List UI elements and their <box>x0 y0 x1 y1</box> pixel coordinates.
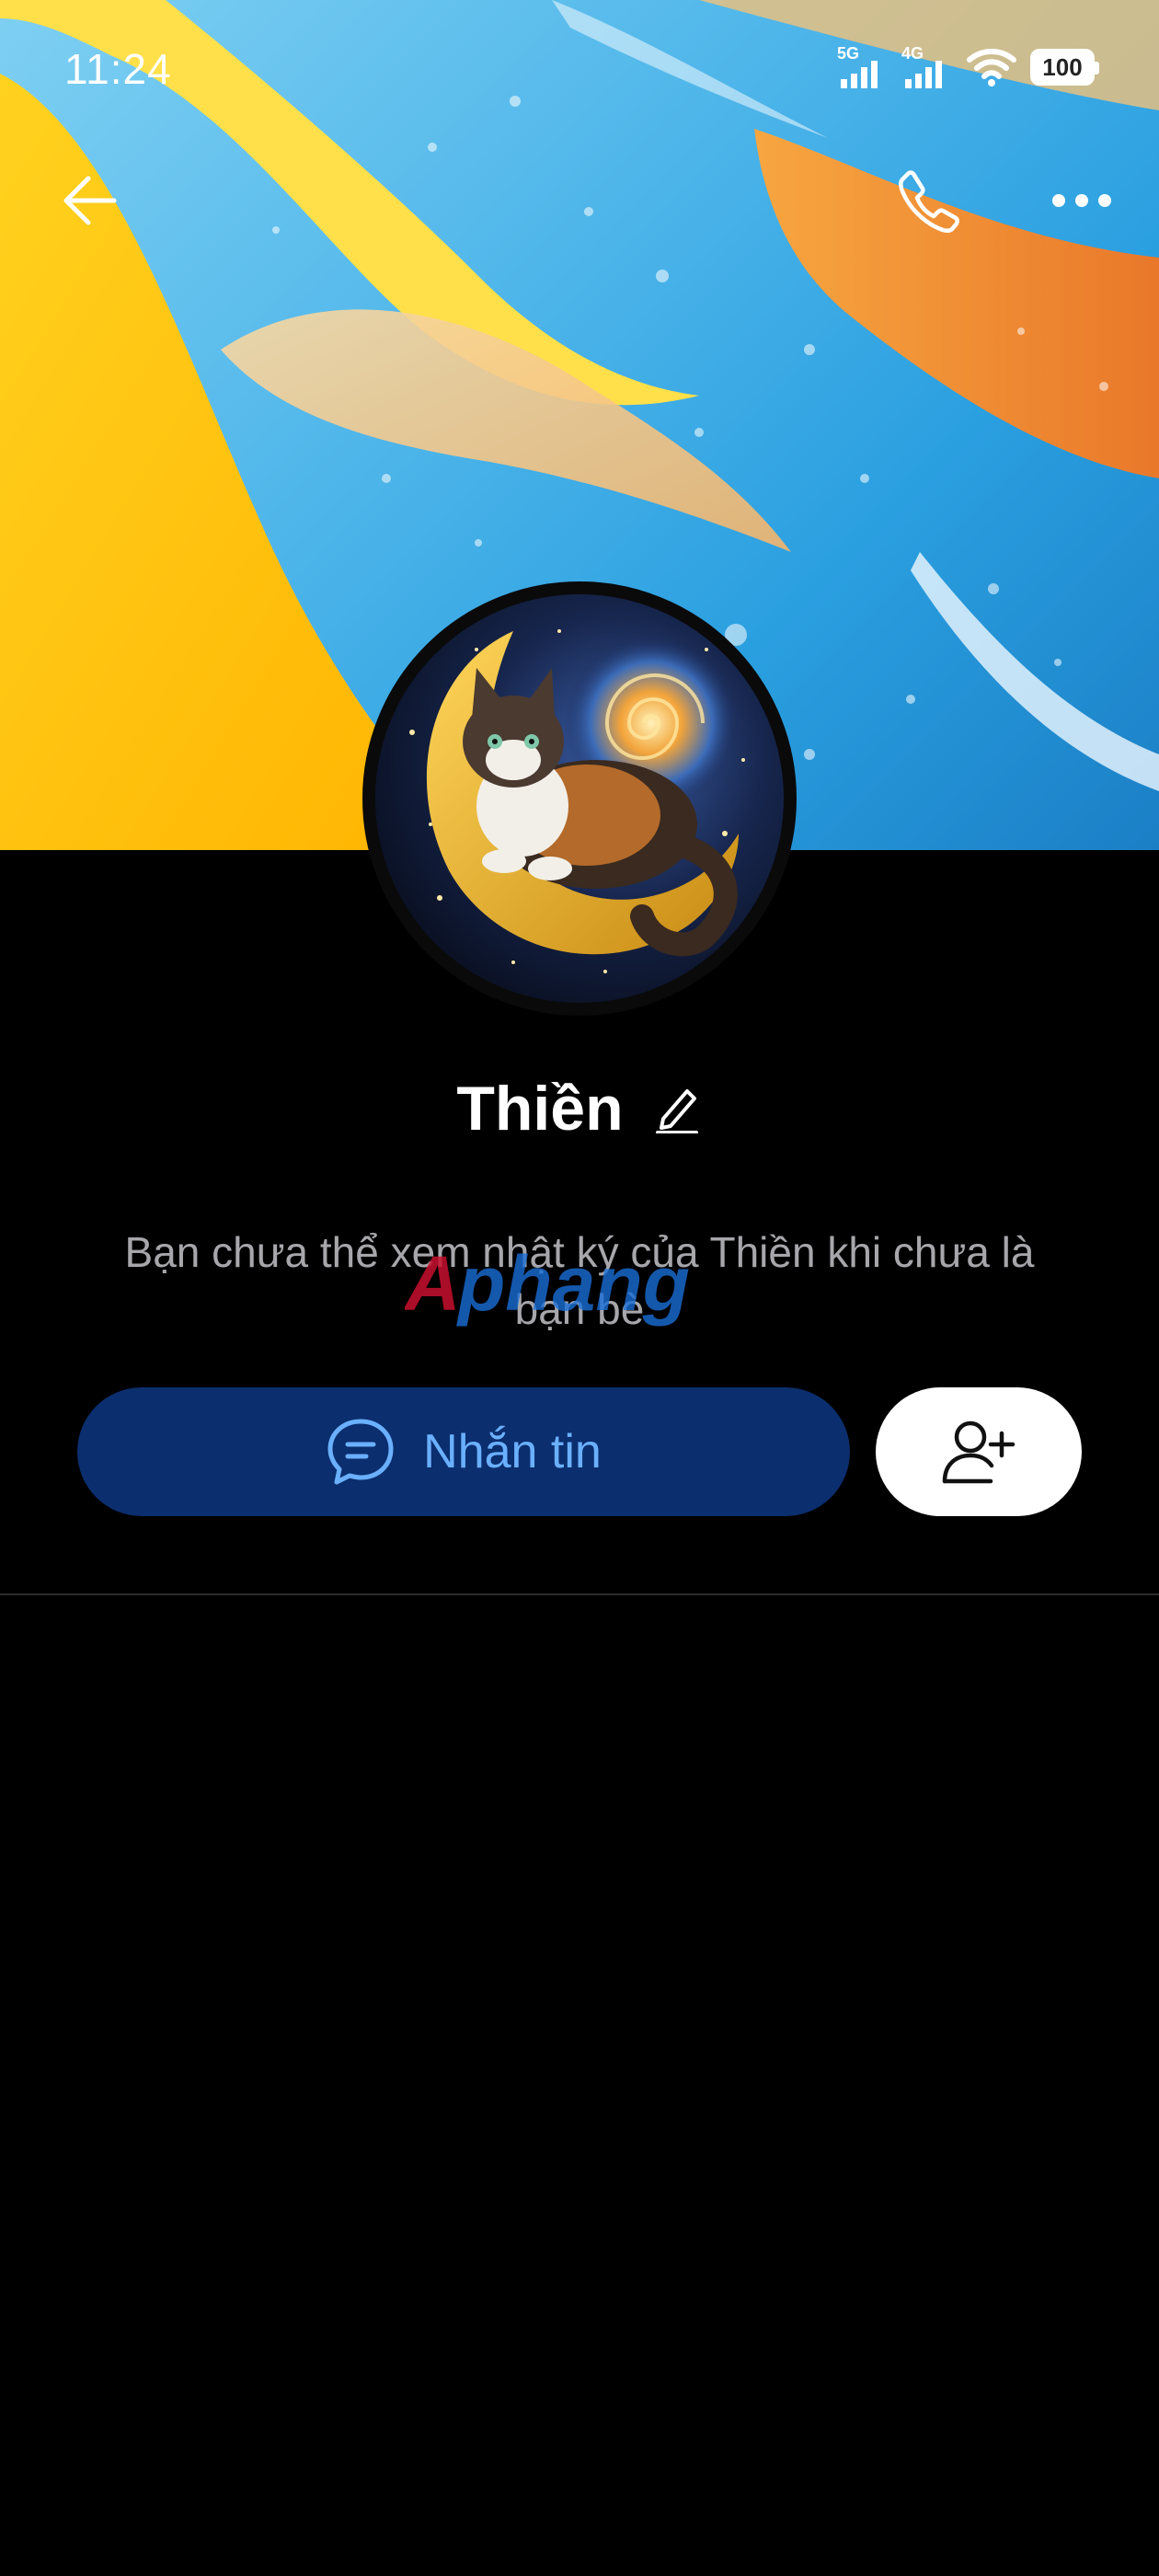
add-friend-icon <box>942 1420 1016 1484</box>
more-dots-icon <box>1052 194 1111 207</box>
back-button[interactable] <box>44 155 136 247</box>
call-button[interactable] <box>883 155 975 247</box>
avatar[interactable] <box>362 581 797 1016</box>
edit-name-button[interactable] <box>651 1081 703 1136</box>
clock: 11:24 <box>64 45 172 93</box>
message-button-label: Nhắn tin <box>423 1425 602 1478</box>
wifi-icon <box>967 49 1016 86</box>
more-options-button[interactable] <box>1036 155 1128 247</box>
diary-privacy-notice: Bạn chưa thể xem nhật ký của Thiền khi c… <box>124 1228 1035 1333</box>
status-icons: 5G 4G 100 <box>837 44 1099 90</box>
chat-bubble-icon <box>327 1419 394 1485</box>
status-bar: 11:24 5G 4G 100 <box>0 0 1159 138</box>
pencil-icon <box>655 1089 698 1133</box>
message-button[interactable]: Nhắn tin <box>77 1387 850 1516</box>
section-divider <box>0 1593 1159 1595</box>
cat-moon-avatar-image <box>375 594 784 1003</box>
back-arrow-icon <box>63 176 117 225</box>
profile-name: Thiền <box>456 1074 624 1144</box>
signal-5g-icon: 5G <box>837 44 889 90</box>
phone-icon <box>899 170 959 233</box>
signal-4g-icon: 4G <box>901 44 953 90</box>
battery-icon: 100 <box>1030 49 1099 86</box>
add-friend-button[interactable] <box>876 1387 1082 1516</box>
battery-level: 100 <box>1042 52 1083 81</box>
profile-name-row: Thiền <box>0 1067 1159 1150</box>
